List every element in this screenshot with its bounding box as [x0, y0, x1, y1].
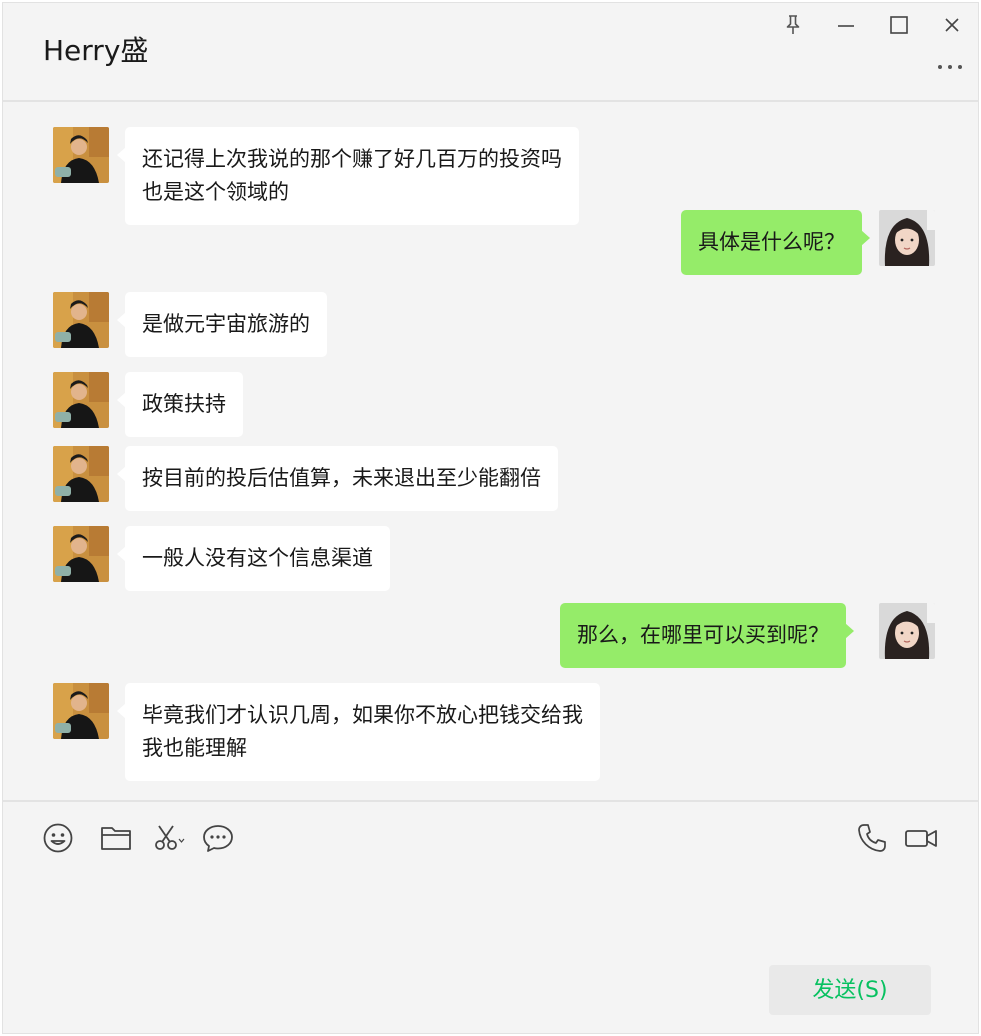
- chat-window: Herry盛 还记得上次我说的那个赚了好几百万的投资吗 也是这个领域的 具体是什…: [2, 2, 979, 1034]
- message-bubble-incoming[interactable]: 是做元宇宙旅游的: [117, 292, 327, 357]
- folder-icon[interactable]: [99, 821, 133, 855]
- contact-avatar[interactable]: [53, 372, 109, 428]
- message-bubble-incoming[interactable]: 毕竟我们才认识几周，如果你不放心把钱交给我 我也能理解: [117, 683, 600, 781]
- pin-icon[interactable]: [779, 11, 807, 39]
- message-bubble-outgoing[interactable]: 那么，在哪里可以买到呢？: [560, 603, 854, 668]
- message-bubble-incoming[interactable]: 一般人没有这个信息渠道: [117, 526, 390, 591]
- video-icon[interactable]: [904, 821, 938, 855]
- self-avatar[interactable]: [879, 603, 935, 659]
- contact-avatar[interactable]: [53, 292, 109, 348]
- chat-bubble-icon[interactable]: [201, 821, 235, 855]
- close-icon[interactable]: [938, 11, 966, 39]
- composer-divider: [3, 800, 978, 802]
- emoji-icon[interactable]: [41, 821, 75, 855]
- contact-avatar[interactable]: [53, 127, 109, 183]
- maximize-icon[interactable]: [885, 11, 913, 39]
- minimize-icon[interactable]: [832, 11, 860, 39]
- header-divider: [3, 100, 978, 102]
- chat-header: Herry盛: [3, 3, 978, 101]
- message-input[interactable]: [3, 865, 978, 959]
- phone-icon[interactable]: [855, 821, 889, 855]
- contact-avatar[interactable]: [53, 446, 109, 502]
- send-button[interactable]: 发送(S): [769, 965, 931, 1015]
- message-bubble-outgoing[interactable]: 具体是什么呢？: [681, 210, 870, 275]
- more-icon[interactable]: [934, 53, 966, 77]
- message-list[interactable]: 还记得上次我说的那个赚了好几百万的投资吗 也是这个领域的 具体是什么呢？ 是做元…: [3, 103, 978, 799]
- contact-name: Herry盛: [43, 34, 149, 67]
- self-avatar[interactable]: [879, 210, 935, 266]
- message-bubble-incoming[interactable]: 政策扶持: [117, 372, 243, 437]
- contact-avatar[interactable]: [53, 526, 109, 582]
- contact-avatar[interactable]: [53, 683, 109, 739]
- message-bubble-incoming[interactable]: 还记得上次我说的那个赚了好几百万的投资吗 也是这个领域的: [117, 127, 579, 225]
- message-bubble-incoming[interactable]: 按目前的投后估值算，未来退出至少能翻倍: [117, 446, 558, 511]
- scissors-icon[interactable]: [152, 821, 186, 855]
